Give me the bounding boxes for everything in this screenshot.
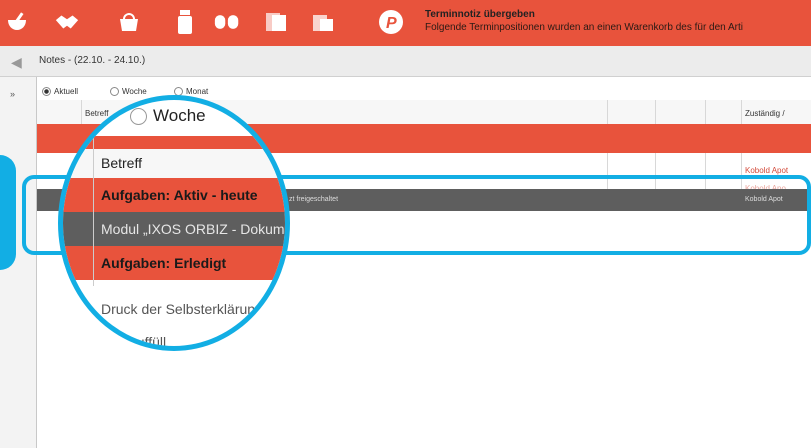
mortar-pestle-icon[interactable] [4, 9, 30, 35]
svg-text:P: P [386, 15, 397, 32]
callout-marker [0, 155, 16, 270]
box-icon[interactable] [310, 9, 336, 35]
filter-aktuell[interactable]: Aktuell [42, 87, 78, 96]
filter-label: Woche [122, 87, 147, 96]
medicine-bottle-icon[interactable] [172, 9, 198, 35]
notification-text: Folgende Terminpositionen wurden an eine… [425, 22, 743, 33]
magnifier-lens: Woche Betreff Aufgaben: Aktiv - heute Mo… [58, 95, 290, 351]
responsible-cell: Kobold Apot [745, 166, 789, 175]
column-header-subject[interactable]: Betreff [85, 109, 108, 118]
filter-label: Monat [186, 87, 209, 96]
radio-icon[interactable] [130, 107, 147, 125]
panel-titlebar: ◀ Notes - (22.10. - 24.10.) [0, 46, 811, 77]
pills-icon[interactable] [214, 9, 240, 35]
filter-woche[interactable]: Woche [110, 87, 147, 96]
back-arrow-icon[interactable]: ◀ [11, 54, 22, 71]
magnified-header: Betreff [63, 149, 285, 179]
magnified-filter-label: Woche [153, 106, 206, 125]
basket-icon[interactable] [116, 9, 142, 35]
column-divider [81, 100, 82, 124]
column-header-responsible[interactable]: Zuständig / [745, 109, 785, 118]
magnified-column-subject[interactable]: Betreff [101, 155, 142, 171]
magnified-divider [93, 136, 94, 286]
group-label: Aufgaben: Erledigt [101, 255, 227, 271]
radio-icon[interactable] [42, 87, 51, 96]
expand-icon[interactable]: » [10, 89, 15, 99]
p-logo-icon[interactable]: P [378, 9, 404, 35]
handshake-icon[interactable] [54, 9, 80, 35]
magnified-filter-woche[interactable]: Woche [130, 106, 206, 126]
magnified-group-active[interactable]: Aufgaben: Aktiv - heute [63, 178, 285, 212]
main-toolbar: P Terminnotiz übergeben Folgende Terminp… [0, 0, 811, 46]
magnified-list-item[interactable]: Druck der Selbsterklärun [101, 301, 255, 317]
panel-title: Notes - (22.10. - 24.10.) [39, 55, 146, 66]
magnified-red-strip [63, 136, 285, 149]
group-label: Aufgaben: Aktiv - heute [101, 187, 258, 203]
document-stack-icon[interactable] [264, 9, 290, 35]
magnified-selected-row[interactable]: Modul „IXOS ORBIZ - Dokum [63, 212, 285, 246]
magnified-group-done[interactable]: Aufgaben: Erledigt [63, 246, 285, 280]
radio-icon[interactable] [110, 87, 119, 96]
filter-label: Aktuell [54, 87, 79, 96]
row-subject: Modul „IXOS ORBIZ - Dokum [101, 221, 285, 237]
notification-title: Terminnotiz übergeben [425, 9, 535, 20]
